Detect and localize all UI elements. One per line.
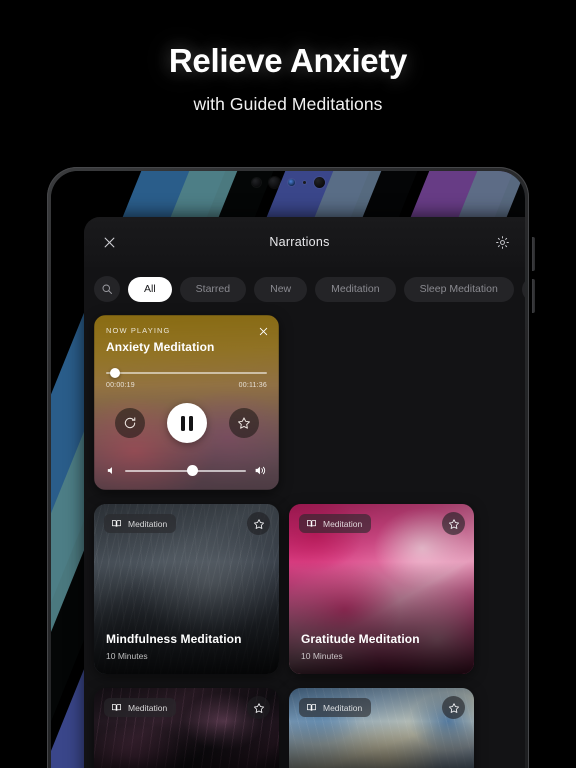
badge-label: Meditation xyxy=(128,518,168,529)
grid-row-top: NOW PLAYING Anxiety Meditation 00:00:19 … xyxy=(94,315,525,768)
narration-card-mindfulness[interactable]: Meditation Mindfulness Meditation 10 Min… xyxy=(94,504,279,674)
book-icon xyxy=(112,520,121,527)
star-outline-icon[interactable] xyxy=(247,512,270,535)
filter-chip-sleep-meditation[interactable]: Sleep Meditation xyxy=(403,276,514,302)
hero-subtitle: with Guided Meditations xyxy=(193,94,383,114)
card-duration: 10 Minutes xyxy=(106,651,148,661)
filter-chip-new[interactable]: New xyxy=(254,276,308,302)
camera-sensor-bar xyxy=(51,171,525,193)
badge-label: Meditation xyxy=(128,702,168,713)
star-outline-icon[interactable] xyxy=(247,696,270,719)
narration-grid: NOW PLAYING Anxiety Meditation 00:00:19 … xyxy=(84,315,525,768)
volume-up-button[interactable] xyxy=(532,237,535,271)
screenshot-root: Relieve Anxiety with Guided Meditations xyxy=(0,0,576,768)
pause-icon xyxy=(180,415,193,431)
card-text: Mindfulness Meditation 10 Minutes xyxy=(106,632,242,661)
progress-slider[interactable] xyxy=(106,367,267,379)
time-row: 00:00:19 00:11:36 xyxy=(106,382,267,389)
narration-card-third[interactable]: Meditation xyxy=(94,688,279,768)
volume-control[interactable] xyxy=(106,464,267,477)
filter-chip-meditation[interactable]: Meditation xyxy=(315,276,396,302)
proximity-sensor-icon xyxy=(287,178,295,186)
player-controls xyxy=(106,403,267,443)
hero-title: Relieve Anxiety xyxy=(168,42,408,79)
badge-label: Meditation xyxy=(323,702,363,713)
filter-chip-starred[interactable]: Starred xyxy=(179,276,247,302)
card-title: Mindfulness Meditation xyxy=(106,632,242,646)
hero-section: Relieve Anxiety with Guided Meditations xyxy=(0,0,576,115)
progress-rail xyxy=(106,372,267,374)
book-icon xyxy=(307,704,316,711)
book-icon xyxy=(112,704,121,711)
card-text: Gratitude Meditation 10 Minutes xyxy=(301,632,420,661)
category-badge: Meditation xyxy=(104,698,177,717)
narrations-app-panel: Narrations All Starred New Meditation Sl… xyxy=(84,217,525,768)
star-outline-icon[interactable] xyxy=(442,696,465,719)
volume-thumb[interactable] xyxy=(186,465,198,476)
category-badge: Meditation xyxy=(299,514,372,533)
now-playing-title: Anxiety Meditation xyxy=(106,340,215,354)
loop-replay-icon[interactable] xyxy=(114,408,145,438)
volume-rail xyxy=(125,469,246,472)
search-icon[interactable] xyxy=(94,276,120,302)
volume-down-button[interactable] xyxy=(532,279,535,313)
star-outline-icon[interactable] xyxy=(228,408,259,438)
camera-lens-icon xyxy=(251,177,261,187)
card-title: Gratitude Meditation xyxy=(301,632,420,646)
pause-button[interactable] xyxy=(166,403,207,443)
camera-lens-icon xyxy=(268,176,280,188)
filter-chip-row[interactable]: All Starred New Meditation Sleep Meditat… xyxy=(84,267,525,315)
progress-thumb[interactable] xyxy=(109,368,120,378)
gear-icon[interactable] xyxy=(485,225,519,259)
grid-empty-slot xyxy=(289,315,474,490)
page-title: Narrations xyxy=(269,235,330,249)
narration-card-gratitude[interactable]: Meditation Gratitude Meditation 10 Minut… xyxy=(289,504,474,674)
category-badge: Meditation xyxy=(299,698,372,717)
camera-lens-icon xyxy=(313,176,325,188)
speaker-wave-icon[interactable] xyxy=(254,464,267,477)
total-duration: 00:11:36 xyxy=(238,382,267,389)
now-playing-card[interactable]: NOW PLAYING Anxiety Meditation 00:00:19 … xyxy=(94,315,279,490)
speaker-mute-icon[interactable] xyxy=(106,465,117,476)
tablet-screen: Narrations All Starred New Meditation Sl… xyxy=(51,171,525,768)
filter-chip-all[interactable]: All xyxy=(128,276,172,302)
microphone-icon xyxy=(302,180,306,184)
filter-chip-sleep-partial[interactable]: Slee xyxy=(521,276,525,302)
badge-label: Meditation xyxy=(323,518,363,529)
app-header: Narrations xyxy=(84,217,525,267)
book-icon xyxy=(307,520,316,527)
close-icon[interactable] xyxy=(258,324,269,342)
card-duration: 10 Minutes xyxy=(301,651,343,661)
elapsed-time: 00:00:19 xyxy=(106,382,135,389)
volume-slider[interactable] xyxy=(125,465,246,476)
now-playing-label: NOW PLAYING xyxy=(106,326,171,335)
narration-card-fourth[interactable]: Meditation xyxy=(289,688,474,768)
category-badge: Meditation xyxy=(104,514,177,533)
star-outline-icon[interactable] xyxy=(442,512,465,535)
tablet-device: Narrations All Starred New Meditation Sl… xyxy=(47,167,535,768)
